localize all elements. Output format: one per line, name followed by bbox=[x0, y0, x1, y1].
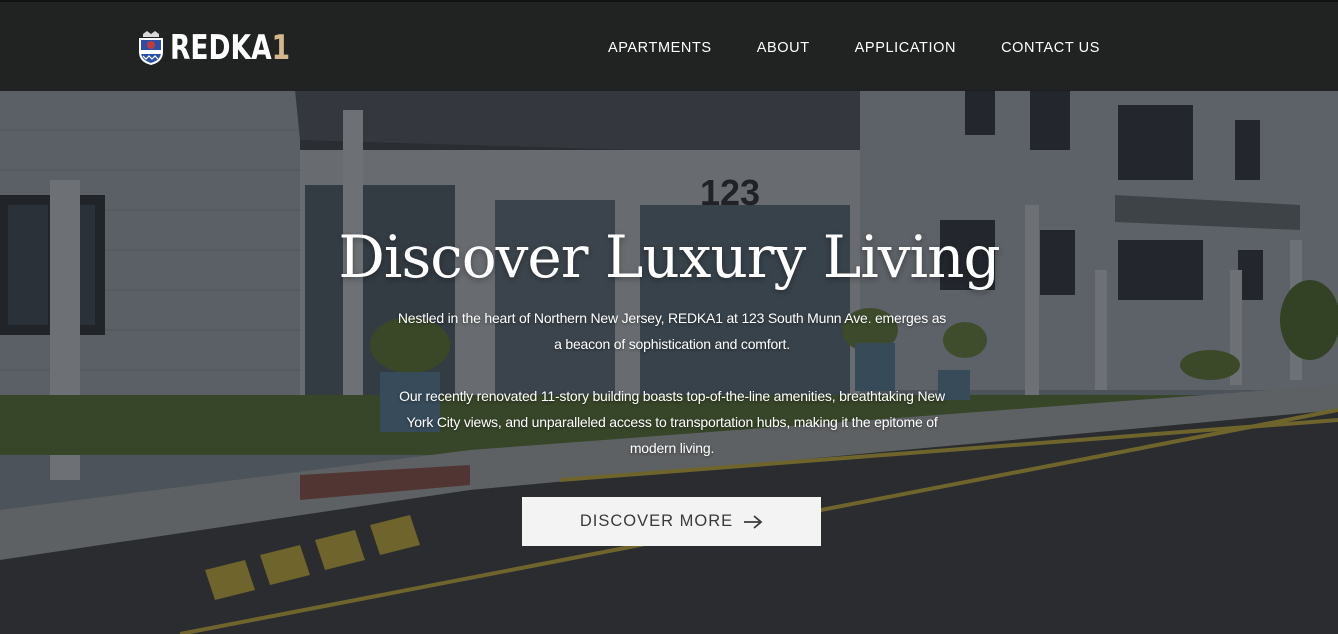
brand-name-main: REDKA bbox=[170, 28, 272, 68]
hero-paragraph-2: Our recently renovated 11-story building… bbox=[399, 388, 945, 456]
site-header: REDKA1 APARTMENTS ABOUT APPLICATION CONT… bbox=[0, 0, 1338, 91]
arrow-right-icon bbox=[744, 514, 763, 529]
hero-title: Discover Luxury Living bbox=[338, 223, 1000, 291]
hero-paragraph-1: Nestled in the heart of Northern New Jer… bbox=[397, 310, 947, 352]
brand-logo[interactable]: REDKA1 bbox=[137, 28, 324, 68]
discover-more-label: DISCOVER MORE bbox=[579, 512, 734, 530]
main-nav: APARTMENTS ABOUT APPLICATION CONTACT US bbox=[608, 2, 1100, 93]
nav-item-contact-us[interactable]: CONTACT US bbox=[1001, 40, 1100, 56]
nav-item-apartments[interactable]: APARTMENTS bbox=[608, 40, 712, 56]
nav-item-application[interactable]: APPLICATION bbox=[855, 40, 956, 56]
crest-icon bbox=[139, 31, 163, 65]
discover-more-button[interactable]: DISCOVER MORE bbox=[522, 497, 821, 546]
brand-name-accent: 1 bbox=[271, 28, 291, 68]
nav-item-about[interactable]: ABOUT bbox=[757, 40, 810, 56]
brand-name: REDKA1 bbox=[170, 28, 290, 68]
